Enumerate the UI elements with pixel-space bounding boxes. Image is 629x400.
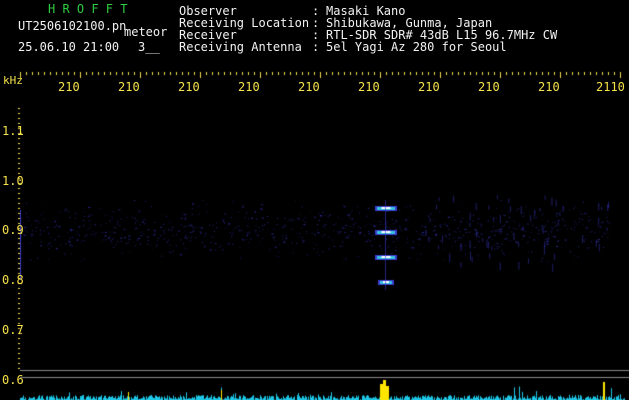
y-tick-label: 0.7	[2, 323, 24, 337]
x-tick-label: 210	[478, 80, 500, 94]
y-tick-label: 0.8	[2, 273, 24, 287]
x-tick-label: 210	[418, 80, 440, 94]
datetime: 25.06.10 21:00	[18, 40, 120, 54]
counter: 3__	[138, 40, 160, 54]
x-tick-label: 210	[58, 80, 80, 94]
x-tick-label: 2110	[596, 80, 625, 94]
antenna-colon: :	[312, 40, 320, 54]
x-tick-label: 210	[238, 80, 260, 94]
x-tick-label: 210	[178, 80, 200, 94]
meteor-label: meteor	[124, 25, 168, 39]
x-tick-label: 210	[298, 80, 320, 94]
spectrogram-canvas	[0, 0, 629, 400]
y-tick-label: 1.1	[2, 124, 24, 138]
antenna-value: 5el Yagi Az 280 for Seoul	[326, 40, 507, 54]
file-name: UT2506102100.pn	[18, 19, 127, 33]
x-tick-label: 210	[538, 80, 560, 94]
x-tick-label: 210	[118, 80, 140, 94]
y-tick-label: 0.9	[2, 223, 24, 237]
antenna-key: Receiving Antenna	[179, 40, 302, 54]
y-unit-label: kHz	[3, 74, 23, 87]
y-tick-label: 1.0	[2, 174, 24, 188]
y-tick-label: 0.6	[2, 373, 24, 387]
x-tick-label: 210	[358, 80, 380, 94]
app-title: H R O F F T	[48, 2, 128, 16]
